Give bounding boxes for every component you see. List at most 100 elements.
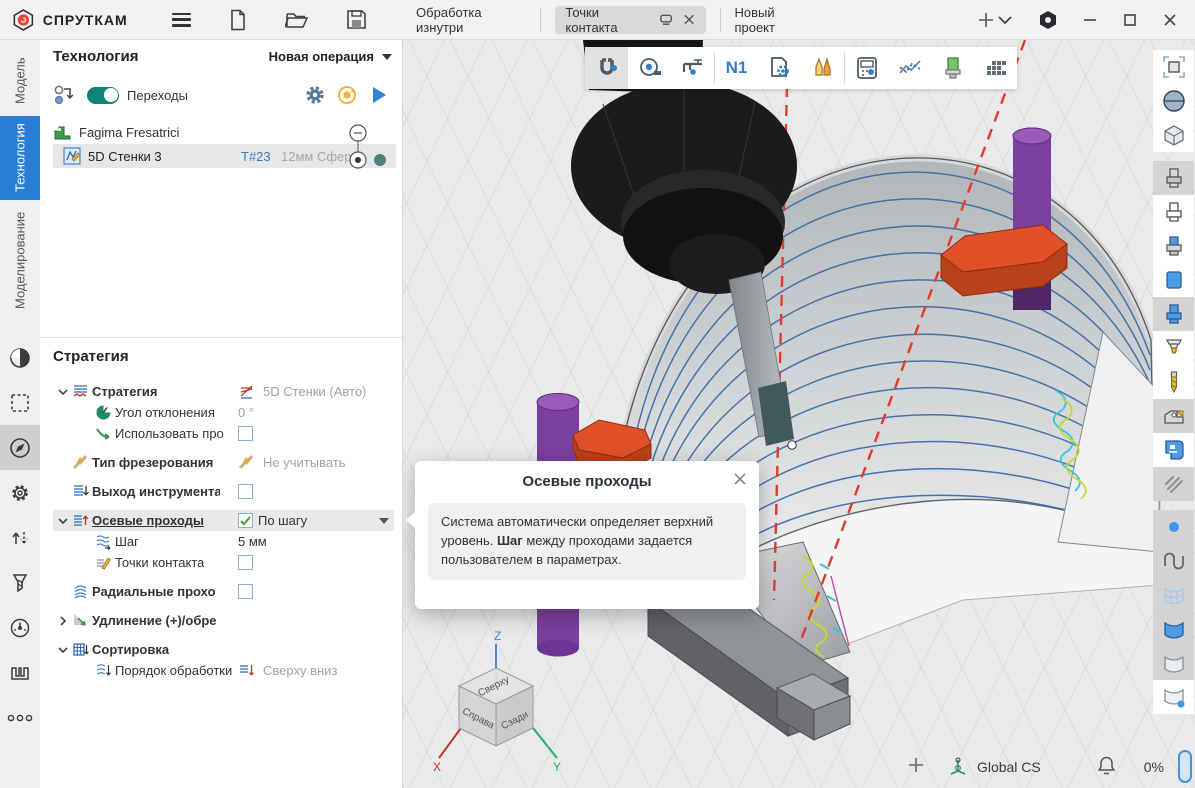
- toolpath-hatch-icon[interactable]: [1153, 467, 1194, 501]
- surface-light-icon[interactable]: [1153, 646, 1194, 680]
- minimize-icon[interactable]: [1083, 13, 1097, 27]
- tool-exit-checkbox[interactable]: [238, 484, 253, 499]
- extension-icon: [72, 612, 89, 629]
- param-row-use-prog[interactable]: Использовать про: [53, 423, 394, 444]
- close-tab-icon[interactable]: [683, 13, 695, 26]
- program-settings-icon[interactable]: [758, 47, 801, 89]
- contact-points-icon: [95, 554, 112, 571]
- axis-z-label: Z: [494, 629, 501, 643]
- tool-holder-tip-icon[interactable]: [1153, 331, 1194, 365]
- transfer-arrows-icon[interactable]: [0, 515, 40, 560]
- progress-pill[interactable]: [1178, 750, 1192, 783]
- chevron-down-icon[interactable]: [57, 386, 69, 398]
- gear-icon[interactable]: [0, 470, 40, 515]
- param-row-radial-passes[interactable]: Радиальные прохо: [53, 581, 394, 602]
- new-file-icon[interactable]: [227, 8, 250, 32]
- navigation-cube[interactable]: Сверху Справа Сзади Z X Y: [431, 628, 566, 783]
- tab-document[interactable]: Обработка изнутри: [416, 5, 526, 35]
- gcode-n1-icon[interactable]: N1: [715, 47, 758, 89]
- tab-new-project[interactable]: Новый проект: [734, 5, 814, 35]
- more-icon[interactable]: [0, 695, 40, 740]
- chevron-right-icon[interactable]: [57, 615, 69, 627]
- stock-block-icon[interactable]: [1153, 263, 1194, 297]
- snap-magnet-icon[interactable]: [585, 47, 628, 89]
- cs-label[interactable]: Global CS: [977, 759, 1041, 775]
- surface-blue-icon[interactable]: [1153, 612, 1194, 646]
- workpiece-gray-icon[interactable]: [1153, 161, 1194, 195]
- measure-tape-icon[interactable]: [628, 47, 671, 89]
- surface-grid-icon[interactable]: [1153, 578, 1194, 612]
- param-value: 5 мм: [238, 534, 267, 549]
- help-popup: Осевые проходы Система автоматически опр…: [415, 461, 759, 609]
- workpiece-blue-icon[interactable]: [1153, 297, 1194, 331]
- run-icon[interactable]: [366, 82, 392, 108]
- selection-box-icon[interactable]: [0, 380, 40, 425]
- transitions-toggle[interactable]: [87, 87, 119, 104]
- param-row-axial-passes[interactable]: Осевые проходы По шагу: [53, 510, 394, 531]
- param-row-machining-order[interactable]: Порядок обработки Сверху вниз: [53, 660, 394, 681]
- 3d-viewport[interactable]: N1: [403, 40, 1195, 788]
- tab-technology[interactable]: Технология: [0, 116, 40, 200]
- radial-passes-checkbox[interactable]: [238, 584, 253, 599]
- graph-icon[interactable]: [888, 47, 931, 89]
- tree-machine-row[interactable]: Fagima Fresatrici: [53, 120, 396, 144]
- tab-simulation[interactable]: Моделирование: [0, 200, 40, 320]
- tab-model[interactable]: Модель: [0, 46, 40, 116]
- axial-passes-checkbox[interactable]: [238, 513, 253, 528]
- wireframe-box-icon[interactable]: [1153, 118, 1194, 152]
- new-operation-button[interactable]: Новая операция: [269, 49, 392, 64]
- close-window-icon[interactable]: [1163, 13, 1177, 27]
- tree-operation-row[interactable]: 5D Стенки 3 Т#23 12мм Сфери: [53, 144, 396, 168]
- open-file-icon[interactable]: [285, 8, 309, 32]
- chevron-down-icon[interactable]: [57, 644, 69, 656]
- tool-drill-icon[interactable]: [0, 560, 40, 605]
- cs-tripod-icon[interactable]: [947, 755, 969, 778]
- menu-icon[interactable]: [172, 13, 191, 27]
- add-tab-icon[interactable]: [974, 8, 997, 32]
- param-row-strategy[interactable]: Стратегия 5D Стенки (Авто): [53, 381, 394, 402]
- pin-tab-icon[interactable]: [659, 13, 673, 26]
- param-label: Осевые проходы: [92, 513, 204, 528]
- contact-points-checkbox[interactable]: [238, 555, 253, 570]
- param-row-tool-exit[interactable]: Выход инструмента: [53, 481, 394, 502]
- machine-sim-icon[interactable]: [1153, 433, 1194, 467]
- collapse-ribbon-icon[interactable]: [997, 15, 1013, 25]
- bell-icon[interactable]: [1097, 755, 1116, 779]
- param-row-milling-type[interactable]: Тип фрезерования Не учитывать: [53, 452, 394, 473]
- add-cs-icon[interactable]: [907, 756, 925, 777]
- param-row-extension-trim[interactable]: Удлинение (+)/обре: [53, 610, 394, 631]
- tool-holder-icon[interactable]: [931, 47, 974, 89]
- close-icon[interactable]: [733, 472, 747, 489]
- surface-point-icon[interactable]: [1153, 680, 1194, 714]
- calculator-icon[interactable]: [845, 47, 888, 89]
- tab-pinned-active[interactable]: Точки контакта: [555, 6, 705, 34]
- param-row-step[interactable]: Шаг 5 мм: [53, 531, 394, 552]
- chevron-down-icon[interactable]: [57, 515, 69, 527]
- shaded-sphere-icon[interactable]: [1153, 84, 1194, 118]
- param-row-deviation-angle[interactable]: Угол отклонения 0 °: [53, 402, 394, 423]
- workpiece-blue-top-icon[interactable]: [1153, 229, 1194, 263]
- dropdown-button[interactable]: [376, 513, 392, 528]
- save-icon[interactable]: [345, 8, 368, 32]
- param-row-sorting[interactable]: Сортировка: [53, 639, 394, 660]
- shading-icon[interactable]: [0, 335, 40, 380]
- maximize-icon[interactable]: [1123, 13, 1137, 27]
- tool-drill-bit-icon[interactable]: [1153, 365, 1194, 399]
- vice-icon[interactable]: [0, 650, 40, 695]
- param-row-contact-points[interactable]: Точки контакта: [53, 552, 394, 573]
- frame-select-icon[interactable]: [1153, 50, 1194, 84]
- view-tools-column: [1153, 50, 1194, 714]
- operation-settings-gear-icon[interactable]: [302, 82, 328, 108]
- compass-tool-icon[interactable]: [0, 425, 40, 470]
- curve-icon[interactable]: [1153, 544, 1194, 578]
- tools-library-icon[interactable]: [801, 47, 844, 89]
- use-prog-checkbox[interactable]: [238, 426, 253, 441]
- caliper-icon[interactable]: [671, 47, 714, 89]
- machine-part-icon[interactable]: [1153, 399, 1194, 433]
- settings-hex-icon[interactable]: [1039, 10, 1057, 30]
- machine-blocks-icon[interactable]: [974, 47, 1017, 89]
- point-icon[interactable]: [1153, 510, 1194, 544]
- workpiece-white-icon[interactable]: [1153, 195, 1194, 229]
- gauge-icon[interactable]: [0, 605, 40, 650]
- recalculate-icon[interactable]: [334, 82, 360, 108]
